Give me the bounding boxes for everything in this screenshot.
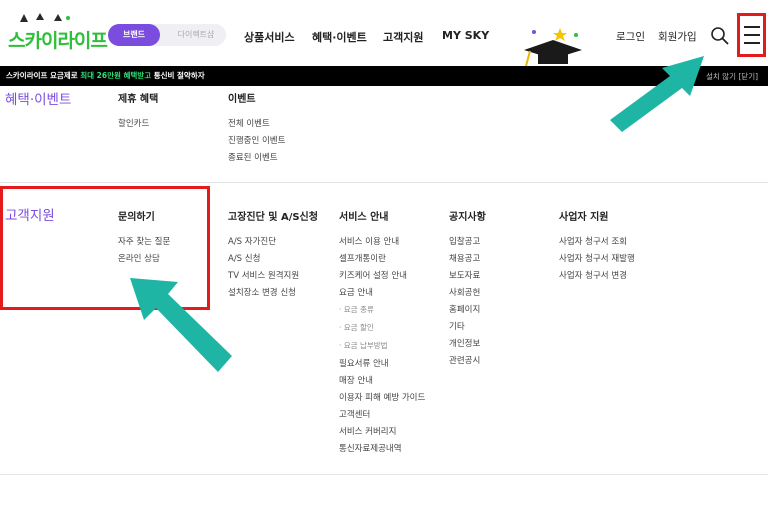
search-icon[interactable] bbox=[710, 26, 730, 46]
menu-item[interactable]: 설치장소 변경 신청 bbox=[228, 286, 296, 298]
menu-item[interactable]: 요금 안내 bbox=[339, 286, 373, 298]
hamburger-menu-icon[interactable] bbox=[737, 13, 766, 57]
menu-item[interactable]: 전체 이벤트 bbox=[228, 117, 270, 129]
col-title-as-request[interactable]: 고장진단 및 A/S신청 bbox=[228, 208, 318, 223]
menu-subitem[interactable]: · 요금 납부방법 bbox=[339, 340, 388, 351]
menu-item[interactable]: 이용자 피해 예방 가이드 bbox=[339, 391, 425, 403]
arrow-to-menu-icon bbox=[610, 56, 704, 132]
menu-item[interactable]: A/S 자가진단 bbox=[228, 235, 276, 247]
menu-item[interactable]: 보도자료 bbox=[449, 269, 480, 281]
tab-direct-shop[interactable]: 다이렉트샵 bbox=[166, 24, 226, 46]
menu-subitem[interactable]: · 요금 할인 bbox=[339, 322, 374, 333]
menu-bottom-divider bbox=[0, 474, 768, 475]
menu-item[interactable]: 키즈케어 설정 안내 bbox=[339, 269, 407, 281]
menu-subitem[interactable]: · 요금 종류 bbox=[339, 304, 374, 315]
arrow-to-inquiry bbox=[130, 278, 232, 372]
col-title-partner-benefits[interactable]: 제휴 혜택 bbox=[118, 90, 158, 105]
col-title-notices[interactable]: 공지사항 bbox=[449, 208, 486, 223]
menu-item[interactable]: A/S 신청 bbox=[228, 252, 260, 264]
banner-close-link[interactable]: 설치 않기 [닫기] bbox=[706, 71, 758, 82]
menu-item[interactable]: 사업자 청구서 변경 bbox=[559, 269, 627, 281]
col-title-service-guide[interactable]: 서비스 안내 bbox=[339, 208, 388, 223]
brand-toggle: 브랜드 다이렉트샵 bbox=[108, 24, 226, 46]
section-divider bbox=[0, 182, 768, 183]
promo-highlight: 최대 26만원 혜택받고 bbox=[80, 71, 152, 80]
menu-item[interactable]: 매장 안내 bbox=[339, 374, 373, 386]
logo-sparkle-icon bbox=[20, 13, 70, 22]
nav-support[interactable]: 고객지원 bbox=[383, 29, 423, 45]
menu-item[interactable]: 진행중인 이벤트 bbox=[228, 134, 285, 146]
tab-brand[interactable]: 브랜드 bbox=[108, 24, 160, 46]
login-link[interactable]: 로그인 bbox=[616, 29, 645, 44]
logo[interactable]: 스카이라이프 bbox=[8, 26, 108, 53]
menu-item[interactable]: 개인정보 bbox=[449, 337, 480, 349]
section-title-benefits[interactable]: 혜택·이벤트 bbox=[5, 88, 71, 108]
menu-item[interactable]: 통신자료제공내역 bbox=[339, 442, 402, 454]
menu-item[interactable]: 서비스 이용 안내 bbox=[339, 235, 399, 247]
menu-item[interactable]: 할인카드 bbox=[118, 117, 149, 129]
menu-item[interactable]: 종료된 이벤트 bbox=[228, 151, 278, 163]
menu-item[interactable]: 사업자 청구서 조회 bbox=[559, 235, 627, 247]
menu-item[interactable]: 채용공고 bbox=[449, 252, 480, 264]
col-title-events[interactable]: 이벤트 bbox=[228, 90, 256, 105]
menu-item[interactable]: 서비스 커버리지 bbox=[339, 425, 396, 437]
menu-item[interactable]: 기타 bbox=[449, 320, 465, 332]
col-title-business-support[interactable]: 사업자 지원 bbox=[559, 208, 608, 223]
menu-item[interactable]: 셀프개통이란 bbox=[339, 252, 386, 264]
menu-item[interactable]: 고객센터 bbox=[339, 408, 370, 420]
menu-item[interactable]: TV 서비스 원격지원 bbox=[228, 269, 299, 281]
nav-my-sky[interactable]: MY SKY bbox=[442, 29, 489, 42]
graduation-cap-icon bbox=[524, 28, 582, 67]
menu-item[interactable]: 관련공시 bbox=[449, 354, 480, 366]
nav-benefits[interactable]: 혜택·이벤트 bbox=[312, 29, 367, 45]
menu-item[interactable]: 입찰공고 bbox=[449, 235, 480, 247]
menu-item[interactable]: 사업자 청구서 재발행 bbox=[559, 252, 635, 264]
signup-link[interactable]: 회원가입 bbox=[658, 29, 697, 44]
nav-products[interactable]: 상품서비스 bbox=[244, 29, 295, 45]
promo-text: 스카이라이프 요금제로 최대 26만원 혜택받고 통신비 절약하자 bbox=[6, 71, 205, 80]
menu-item[interactable]: 필요서류 안내 bbox=[339, 357, 389, 369]
menu-item[interactable]: 사회공헌 bbox=[449, 286, 480, 298]
menu-item[interactable]: 홈페이지 bbox=[449, 303, 480, 315]
